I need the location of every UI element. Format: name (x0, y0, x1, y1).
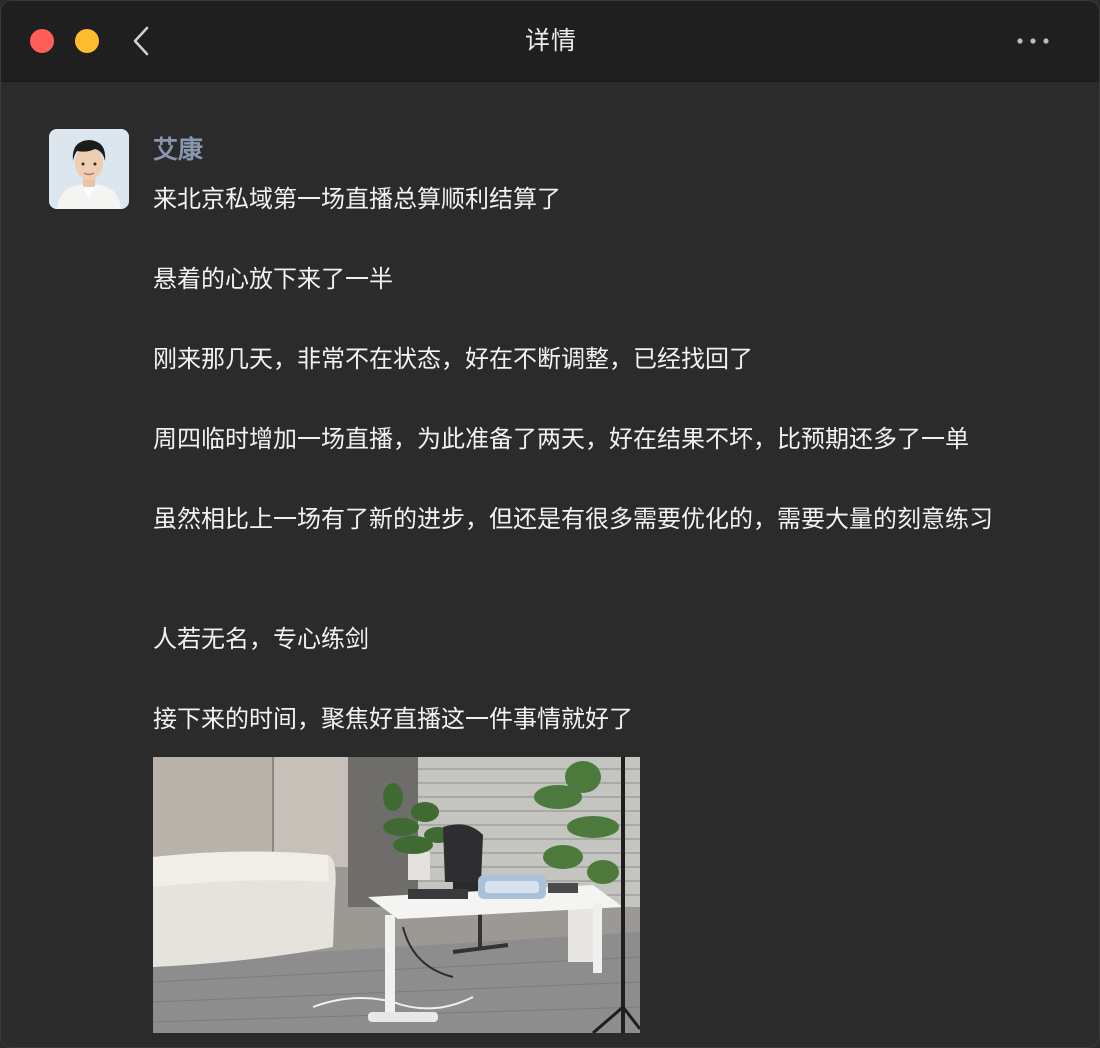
post-paragraph: 刚来那几天，非常不在状态，好在不断调整，已经找回了 (153, 345, 753, 373)
post-paragraph: 接下来的时间，聚焦好直播这一件事情就好了 (153, 705, 633, 733)
post-paragraph: 人若无名，专心练剑 (153, 625, 369, 653)
post-paragraph: 来北京私域第一场直播总算顺利结算了 (153, 185, 561, 213)
post-detail: 艾康 来北京私域第一场直播总算顺利结算了 悬着的心放下来了一半 刚来那几天，非常… (1, 82, 1099, 1047)
post-paragraph: 周四临时增加一场直播，为此准备了两天，好在结果不坏，比预期还多了一单 (153, 425, 969, 453)
title-bar: 详情 (1, 1, 1099, 82)
post-paragraph: 悬着的心放下来了一半 (153, 265, 393, 293)
post-paragraph: 虽然相比上一场有了新的进步，但还是有很多需要优化的，需要大量的刻意练习 (153, 505, 993, 533)
post-image[interactable] (153, 757, 640, 1033)
app-window: 详情 艾康 来北京私域第一场直播总算顺利结算了 悬着的心放下来了一半 刚来那几天… (0, 0, 1100, 1048)
author-name[interactable]: 艾康 (153, 133, 203, 167)
page-title: 详情 (524, 26, 577, 55)
more-dots-icon[interactable] (1013, 31, 1053, 51)
avatar[interactable] (49, 129, 129, 209)
